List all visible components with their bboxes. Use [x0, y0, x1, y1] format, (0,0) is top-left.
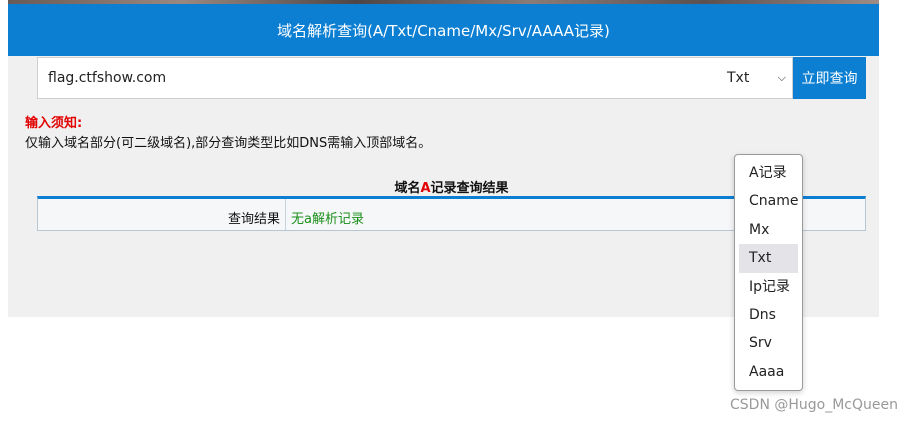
notice-title: 输入须知: — [25, 116, 83, 131]
result-title-prefix: 域名 — [394, 181, 421, 196]
query-button[interactable]: 立即查询 — [793, 57, 866, 99]
dropdown-option-dns[interactable]: Dns — [739, 301, 798, 329]
domain-input[interactable] — [37, 57, 725, 99]
page-title: 域名解析查询(A/Txt/Cname/Mx/Srv/AAAA记录) — [277, 21, 610, 40]
search-row: Txt ⌵ 立即查询 — [37, 57, 866, 99]
record-type-dropdown: A记录 Cname Mx Txt Ip记录 Dns Srv Aaaa — [734, 154, 803, 391]
chevron-down-icon: ⌵ — [777, 71, 786, 84]
record-type-select[interactable]: Txt ⌵ — [725, 57, 793, 99]
record-type-selected: Txt — [727, 70, 750, 86]
notice-text: 仅输入域名部分(可二级域名),部分查询类型比如DNS需输入顶部域名。 — [25, 136, 432, 151]
page-header: 域名解析查询(A/Txt/Cname/Mx/Srv/AAAA记录) — [8, 4, 879, 56]
result-label: 查询结果 — [38, 199, 286, 230]
dropdown-option-a[interactable]: A记录 — [739, 159, 798, 187]
watermark: CSDN @Hugo_McQueen — [730, 397, 898, 413]
result-value: 无a解析记录 — [291, 212, 364, 227]
dropdown-option-aaaa[interactable]: Aaaa — [739, 358, 798, 386]
dropdown-option-srv[interactable]: Srv — [739, 329, 798, 357]
dropdown-option-cname[interactable]: Cname — [739, 187, 798, 215]
result-title-record-type: A — [420, 181, 431, 196]
result-title-suffix: 记录查询结果 — [430, 181, 509, 196]
dropdown-option-mx[interactable]: Mx — [739, 216, 798, 244]
dropdown-option-txt[interactable]: Txt — [739, 244, 798, 273]
dropdown-option-ip[interactable]: Ip记录 — [739, 273, 798, 301]
